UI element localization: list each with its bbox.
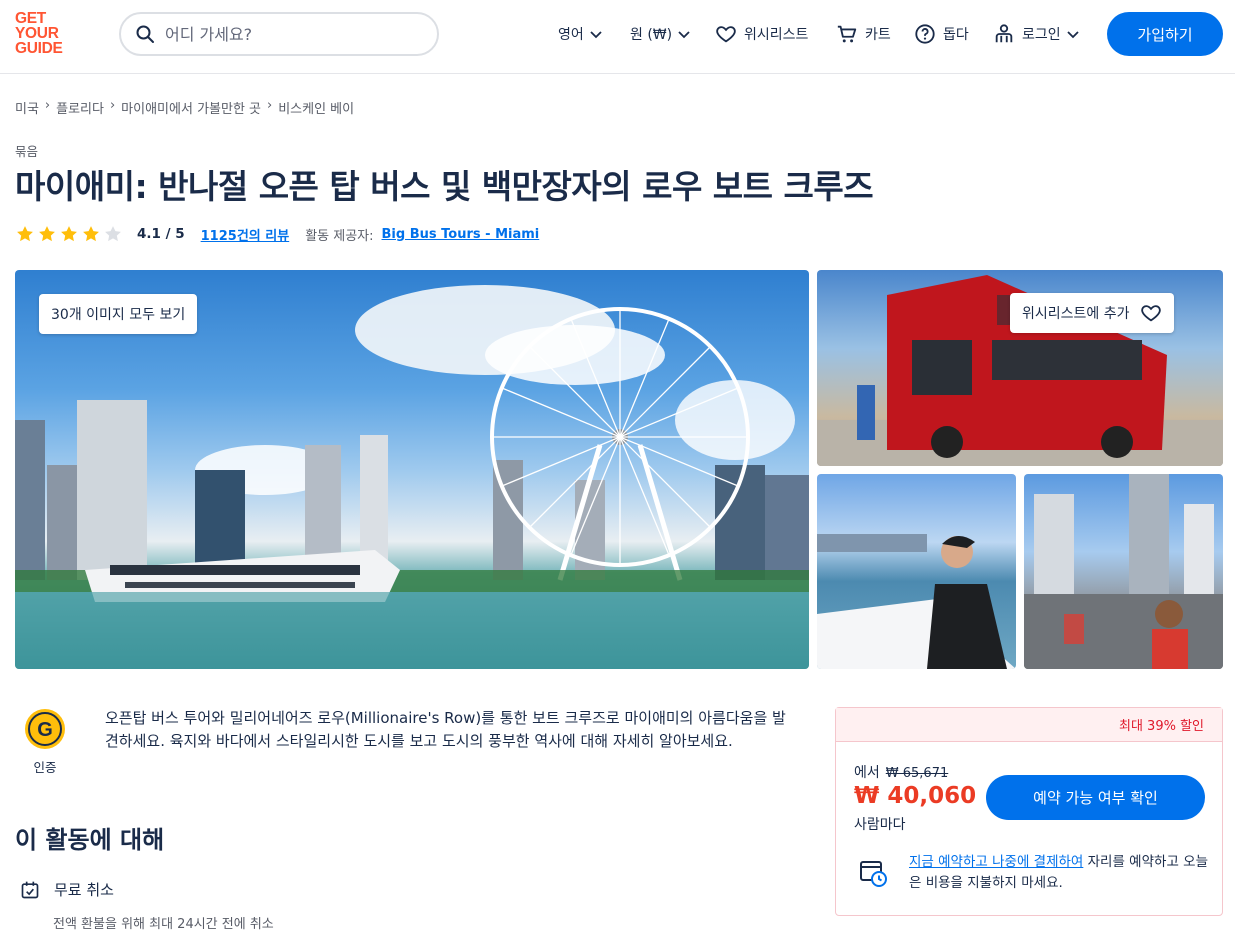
booking-card: 최대 39% 할인 에서 ₩ 65,671 ₩ 40,060 사람마다 예약 가… [835,707,1223,916]
current-price: ₩ 40,060 [854,783,977,809]
star-icon [61,226,77,242]
certified-badge-letter: G [37,719,53,741]
breadcrumb-item[interactable]: 비스케인 베이 [278,98,354,117]
rating-row: 4.1 / 5 1125건의 리뷰 활동 제공자: Big Bus Tours … [15,224,539,244]
gallery-image-boat[interactable] [817,474,1016,669]
help-icon [915,24,935,44]
star-icon [83,226,99,242]
star-icon [17,226,33,242]
reserve-now-pay-later-link[interactable]: 지금 예약하고 나중에 결제하여 [909,854,1083,870]
free-cancellation-feature: 무료 취소 [20,879,114,900]
page-title: 마이애미: 반나절 오픈 탑 버스 및 백만장자의 로우 보트 크루즈 [15,167,874,206]
wishlist-link[interactable]: 위시리스트 [715,0,808,68]
breadcrumb-item[interactable]: 마이애미에서 가볼만한 곳 [121,98,261,117]
breadcrumb-separator: › [109,98,116,113]
breadcrumb: 미국 › 플로리다 › 마이애미에서 가볼만한 곳 › 비스케인 베이 [15,98,354,117]
certified-g-icon: G [25,709,65,749]
signup-button[interactable]: 가입하기 [1107,12,1223,56]
price-from-row: 에서 ₩ 65,671 [854,762,948,782]
logo-line-3: GUIDE [15,40,63,57]
activity-description: 오픈탑 버스 투어와 밀리어네어즈 로우(Millionaire's Row)를… [105,709,786,750]
original-price: ₩ 65,671 [885,766,949,781]
language-selector[interactable]: 영어 [558,0,604,68]
reserve-now-pay-later: 지금 예약하고 나중에 결제하여 자리를 예약하고 오늘은 비용을 지불하지 마… [909,852,1209,894]
gallery-image-bus-deck[interactable] [1024,474,1223,669]
activity-category: 묶음 [15,144,39,159]
certified-label: 인증 [33,760,57,775]
search-icon [136,25,154,43]
breadcrumb-separator: › [44,98,51,113]
cart-link[interactable]: 카트 [836,0,891,68]
search-input[interactable] [165,24,415,44]
calendar-check-icon [21,881,39,898]
check-availability-button[interactable]: 예약 가능 여부 확인 [986,775,1205,820]
chevron-down-icon [590,31,602,39]
bus-upper-deck-photo [1024,474,1223,669]
traveler-icon [995,24,1013,43]
help-label: 돕다 [943,27,969,43]
star-empty-icon [105,226,121,242]
star-icon [39,226,55,242]
breadcrumb-item[interactable]: 미국 [15,98,39,117]
site-header: GET YOUR GUIDE 영어 원 (₩) 위시리스트 카트 돕다 로그인 … [0,0,1235,74]
add-to-wishlist-button[interactable]: 위시리스트에 추가 [1010,293,1174,333]
reviews-link[interactable]: 1125건의 리뷰 [201,225,290,244]
price-from-label: 에서 [854,765,880,781]
discount-banner: 최대 39% 할인 [836,708,1222,742]
language-label: 영어 [558,27,584,43]
free-cancellation-title: 무료 취소 [54,881,114,899]
view-all-images-button[interactable]: 30개 이미지 모두 보기 [39,294,198,334]
rating-value: 4.1 / 5 [137,226,185,242]
provider-label: 활동 제공자: [305,228,374,244]
calendar-clock-icon [860,861,887,887]
login-menu[interactable]: 로그인 [993,0,1081,68]
chevron-down-icon [678,31,690,39]
per-person-label: 사람마다 [854,817,906,833]
help-link[interactable]: 돕다 [914,0,969,68]
free-cancellation-detail: 전액 환불을 위해 최대 24시간 전에 취소 [53,917,274,932]
cart-icon [837,25,857,43]
heart-icon [716,26,736,43]
provider-link[interactable]: Big Bus Tours - Miami [382,227,540,242]
breadcrumb-item[interactable]: 플로리다 [56,98,104,117]
star-rating [15,224,123,244]
search-box[interactable] [119,12,439,56]
getyourguide-logo[interactable]: GET YOUR GUIDE [15,10,75,57]
certified-badge: G 인증 [22,707,68,776]
cart-label: 카트 [865,27,891,43]
add-to-wishlist-label: 위시리스트에 추가 [1022,306,1130,322]
chevron-down-icon [1067,31,1079,39]
currency-label: 원 (₩) [630,27,673,43]
login-label: 로그인 [1022,27,1061,43]
about-heading: 이 활동에 대해 [15,826,165,854]
boat-passenger-photo [817,534,1016,669]
breadcrumb-separator: › [267,98,273,113]
logo-line-2: YOUR [15,25,59,42]
currency-selector[interactable]: 원 (₩) [630,0,692,68]
wishlist-label: 위시리스트 [744,27,809,43]
logo-line-1: GET [15,10,46,27]
heart-icon [1140,305,1161,322]
